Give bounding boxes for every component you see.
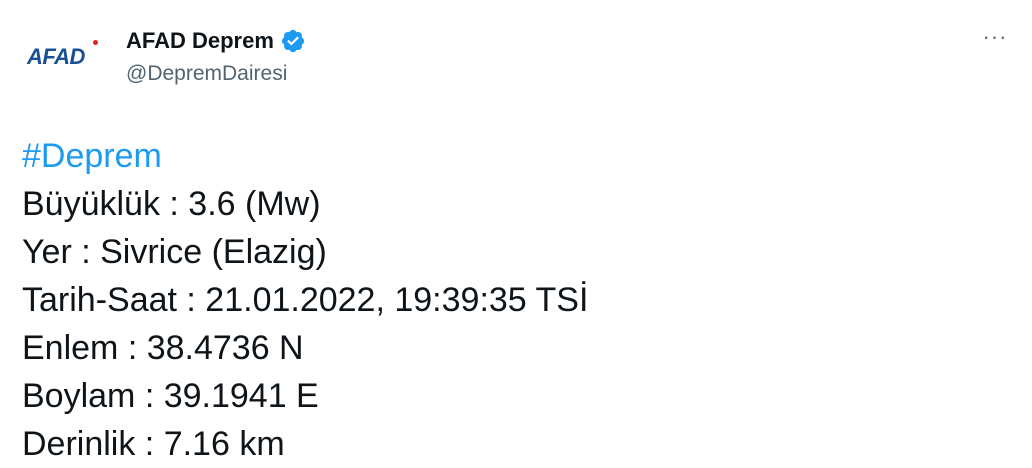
- tweet-card: AFAD AFAD Deprem @DepremDairesi ··· #Dep…: [0, 0, 1032, 463]
- depth-line: Derinlik : 7.16 km: [22, 425, 285, 463]
- verified-badge-icon: [280, 28, 306, 54]
- longitude-line: Boylam : 39.1941 E: [22, 377, 319, 415]
- datetime-line: Tarih-Saat : 21.01.2022, 19:39:35 TSİ: [22, 281, 589, 319]
- display-name[interactable]: AFAD Deprem: [126, 28, 274, 54]
- magnitude-line: Büyüklük : 3.6 (Mw): [22, 185, 321, 223]
- more-options-icon[interactable]: ···: [980, 22, 1010, 52]
- tweet-text: #Deprem Büyüklük : 3.6 (Mw) Yer : Sivric…: [22, 132, 588, 468]
- hashtag-link[interactable]: #Deprem: [22, 132, 588, 180]
- logo-dot-icon: [93, 40, 98, 45]
- latitude-line: Enlem : 38.4736 N: [22, 329, 304, 367]
- avatar[interactable]: AFAD: [16, 20, 104, 100]
- account-handle[interactable]: @DepremDairesi: [126, 62, 287, 86]
- author-name-row: AFAD Deprem: [126, 26, 306, 56]
- afad-logo-text: AFAD: [27, 44, 85, 69]
- location-line: Yer : Sivrice (Elazig): [22, 233, 327, 271]
